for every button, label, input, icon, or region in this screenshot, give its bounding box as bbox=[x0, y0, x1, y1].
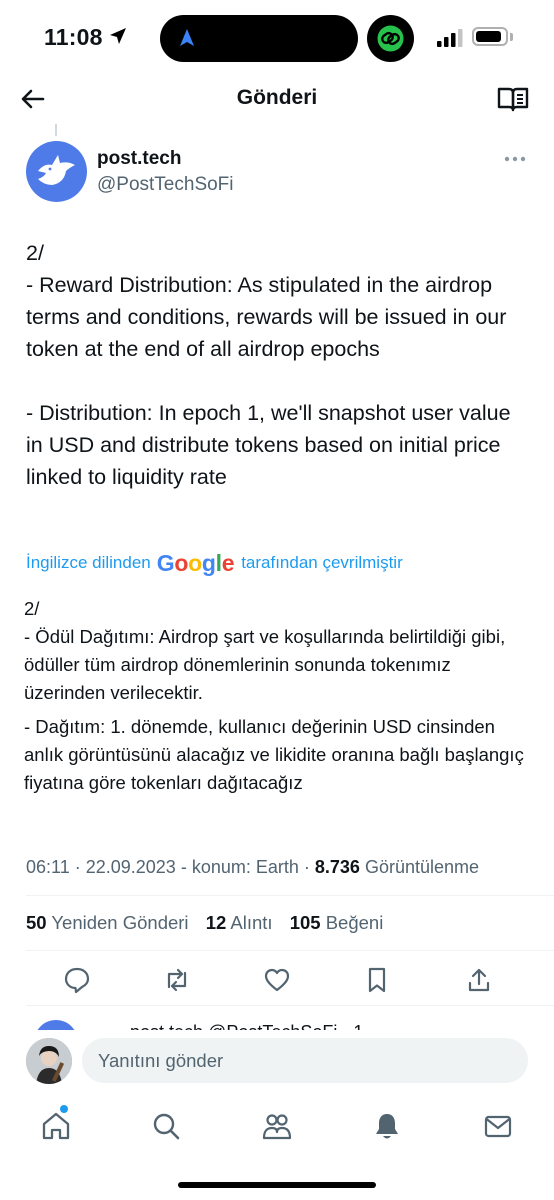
home-indicator[interactable] bbox=[178, 1182, 376, 1188]
more-dots-icon[interactable] bbox=[504, 155, 526, 163]
repost-icon[interactable] bbox=[163, 966, 191, 994]
dynamic-island bbox=[160, 15, 358, 62]
notifications-bell-icon[interactable] bbox=[371, 1110, 403, 1142]
tweet-date[interactable]: 22.09.2023 bbox=[86, 857, 176, 877]
quotes-stat[interactable]: 12 Alıntı bbox=[206, 912, 273, 933]
engagement-stats: 50 Yeniden Gönderi 12 Alıntı 105 Beğeni bbox=[26, 912, 395, 934]
tweet-text: 2/ - Reward Distribution: As stipulated … bbox=[26, 237, 531, 493]
author-avatar[interactable] bbox=[26, 141, 87, 202]
translation-suffix: tarafından çevrilmiştir bbox=[241, 553, 403, 572]
page-title: Gönderi bbox=[236, 86, 318, 109]
top-nav-bar: Gönderi bbox=[0, 76, 554, 124]
link-rings-icon bbox=[377, 25, 404, 52]
translation-paragraph: 2/ - Ödül Dağıtımı: Airdrop şart ve koşu… bbox=[24, 598, 506, 703]
communities-icon[interactable] bbox=[261, 1110, 293, 1142]
divider bbox=[26, 1005, 554, 1006]
author-name[interactable]: post.tech bbox=[97, 148, 181, 170]
thread-connector-line bbox=[55, 124, 57, 136]
reposts-stat[interactable]: 50 Yeniden Gönderi bbox=[26, 912, 189, 933]
user-photo-icon bbox=[26, 1038, 72, 1084]
google-logo: Google bbox=[156, 549, 235, 576]
tweet-meta: 06:11 · 22.09.2023 - konum: Earth · 8.73… bbox=[26, 857, 480, 877]
current-user-avatar[interactable] bbox=[26, 1038, 72, 1084]
home-icon[interactable] bbox=[40, 1110, 72, 1142]
translated-text: 2/ - Ödül Dağıtımı: Airdrop şart ve koşu… bbox=[24, 595, 534, 797]
views-label: Görüntülenme bbox=[364, 857, 480, 877]
author-handle[interactable]: @PostTechSoFi bbox=[97, 174, 234, 196]
divider bbox=[26, 950, 554, 951]
tweet-paragraph: - Distribution: In epoch 1, we'll snapsh… bbox=[26, 401, 511, 489]
likes-stat[interactable]: 105 Beğeni bbox=[290, 912, 384, 933]
reply-bubble-icon[interactable] bbox=[63, 966, 91, 994]
home-notification-dot bbox=[60, 1105, 68, 1113]
open-book-icon[interactable] bbox=[497, 85, 529, 113]
share-upload-icon[interactable] bbox=[465, 966, 493, 994]
translation-paragraph: - Dağıtım: 1. dönemde, kullanıcı değerin… bbox=[24, 716, 524, 793]
tweet-location: konum: Earth bbox=[191, 857, 299, 877]
link-activity-badge bbox=[367, 15, 414, 62]
tweet-time[interactable]: 06:11 bbox=[26, 857, 70, 877]
status-time: 11:08 bbox=[44, 24, 103, 50]
bird-logo-icon bbox=[38, 155, 75, 185]
reply-composer: Yanıtını gönder bbox=[0, 1030, 554, 1092]
bookmark-icon[interactable] bbox=[363, 966, 391, 994]
views-count: 8.736 bbox=[314, 857, 360, 877]
cellular-signal-icon bbox=[437, 29, 463, 47]
heart-icon[interactable] bbox=[263, 966, 291, 994]
battery-icon bbox=[472, 27, 508, 46]
reply-input[interactable]: Yanıtını gönder bbox=[82, 1038, 528, 1083]
navigation-arrow-icon bbox=[180, 29, 194, 46]
tweet-paragraph: 2/ - Reward Distribution: As stipulated … bbox=[26, 241, 507, 361]
translation-attribution[interactable]: İngilizce dilinden Google tarafından çev… bbox=[26, 549, 403, 576]
divider bbox=[26, 895, 554, 896]
search-icon[interactable] bbox=[150, 1110, 182, 1142]
translation-prefix: İngilizce dilinden bbox=[26, 553, 151, 572]
messages-envelope-icon[interactable] bbox=[482, 1110, 514, 1142]
location-arrow-icon bbox=[110, 28, 126, 44]
status-bar: 11:08 bbox=[0, 0, 554, 76]
